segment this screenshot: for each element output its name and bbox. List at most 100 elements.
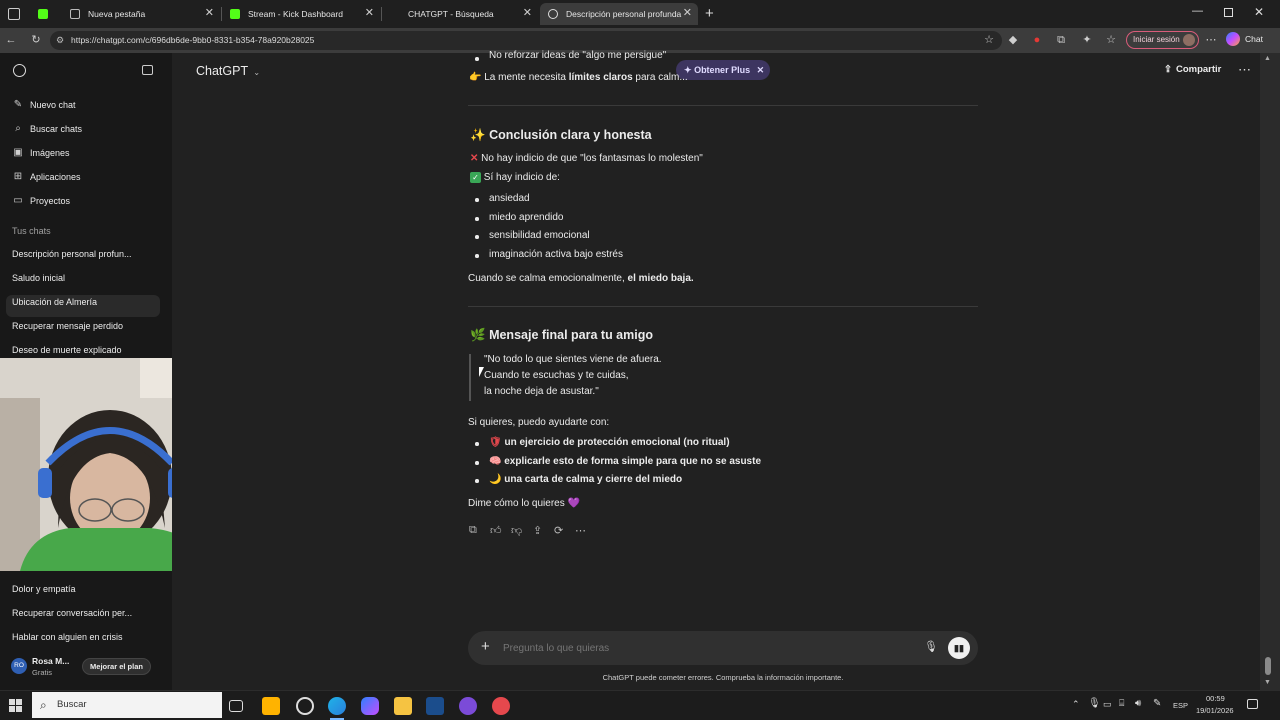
composer: + 🎙︎ ▮▮: [468, 631, 978, 665]
shield-icon: 🛡: [489, 437, 502, 448]
image-icon: ▣: [13, 147, 23, 158]
user-avatar[interactable]: RO: [11, 658, 27, 674]
share-button[interactable]: ⇪ Compartir: [1164, 64, 1221, 75]
volume-icon[interactable]: 🔊︎: [1135, 698, 1141, 709]
scroll-down-arrow[interactable]: ▼: [1264, 679, 1271, 686]
clock-time[interactable]: 00:59: [1206, 694, 1225, 703]
red-x-icon: ✕: [470, 153, 479, 164]
model-selector[interactable]: ChatGPT ⌄: [196, 64, 260, 78]
plus-icon[interactable]: +: [481, 638, 490, 655]
chat-item[interactable]: Dolor y empatía: [12, 584, 76, 594]
microphone-tray-icon[interactable]: 🎙︎: [1088, 698, 1101, 709]
site-info-icon[interactable]: ⚙: [56, 31, 64, 50]
streaming-app-icon[interactable]: [492, 697, 510, 715]
browser-app-icon[interactable]: [8, 8, 20, 20]
notifications-icon[interactable]: [1247, 699, 1258, 709]
chrome-like-icon[interactable]: [296, 697, 314, 715]
share-icon: ⇪: [1164, 64, 1172, 75]
task-view-icon[interactable]: [229, 700, 243, 712]
taskbar-search[interactable]: ⌕ Buscar: [32, 692, 222, 718]
tab-chatgpt-busqueda[interactable]: CHATGPT - Búsqueda ✕: [382, 3, 538, 25]
upgrade-plan-button[interactable]: Mejorar el plan: [82, 658, 151, 675]
voice-mode-button[interactable]: ▮▮: [948, 637, 970, 659]
extension-puzzle-icon[interactable]: ⧉: [1054, 33, 1068, 47]
extensions-icon[interactable]: ✦: [1080, 33, 1094, 47]
list-bullet: [475, 461, 479, 465]
scroll-up-arrow[interactable]: ▲: [1264, 55, 1271, 62]
pointing-hand-icon: 👉: [469, 72, 482, 83]
file-explorer-icon[interactable]: [394, 697, 412, 715]
chatgpt-logo-icon[interactable]: [13, 64, 26, 77]
chat-item[interactable]: Hablar con alguien en crisis: [12, 632, 123, 642]
share-message-icon[interactable]: ⇪: [533, 524, 542, 537]
language-indicator[interactable]: ESP: [1173, 701, 1188, 710]
bookmark-star-icon[interactable]: ☆: [984, 31, 994, 50]
url-text: https://chatgpt.com/c/696db6de-9bb0-8331…: [71, 35, 315, 45]
microphone-icon[interactable]: 🎙︎: [924, 640, 938, 653]
network-icon[interactable]: ⌸: [1119, 698, 1124, 709]
more-actions-icon[interactable]: ⋯: [575, 524, 586, 537]
tray-overflow-icon[interactable]: ⌃: [1072, 699, 1080, 710]
message-line: Cuando se calma emocionalmente, el miedo…: [468, 273, 694, 284]
kick-icon: [230, 9, 240, 19]
back-icon[interactable]: ←: [4, 33, 18, 47]
tab-descripcion[interactable]: Descripción personal profunda ✕: [540, 3, 698, 25]
windows-start-icon[interactable]: [9, 699, 22, 712]
prompt-input[interactable]: [503, 639, 883, 657]
copilot-chat-button[interactable]: Chat: [1226, 32, 1263, 46]
store-icon[interactable]: [262, 697, 280, 715]
get-plus-button[interactable]: ✦ Obtener Plus ✕: [676, 60, 770, 80]
search-icon: ⌕: [15, 123, 21, 134]
close-tab-icon[interactable]: ✕: [365, 6, 374, 19]
close-tab-icon[interactable]: ✕: [683, 6, 692, 19]
copy-icon[interactable]: ⧉: [469, 524, 477, 537]
sidebar-item-new-chat[interactable]: ✎ Nuevo chat: [12, 99, 76, 110]
tab-title: Stream - Kick Dashboard: [248, 9, 343, 19]
thumbs-down-icon[interactable]: 👎︎: [511, 524, 522, 537]
steam-icon[interactable]: [426, 697, 444, 715]
tab-nueva-pestana[interactable]: Nueva pestaña ✕: [62, 3, 220, 25]
regenerate-icon[interactable]: ⟳: [554, 524, 563, 537]
address-bar[interactable]: ⚙ https://chatgpt.com/c/696db6de-9bb0-83…: [50, 31, 1002, 50]
close-window-icon[interactable]: ✕: [1254, 5, 1264, 19]
discord-icon[interactable]: [459, 697, 477, 715]
sidebar-item-projects[interactable]: ▭ Proyectos: [12, 195, 70, 206]
new-tab-icon[interactable]: +: [705, 5, 714, 22]
tab-kick-dashboard[interactable]: Stream - Kick Dashboard ✕: [222, 3, 380, 25]
chat-item[interactable]: Recuperar mensaje perdido: [12, 321, 123, 331]
more-menu-icon[interactable]: ⋯: [1204, 33, 1218, 47]
user-name[interactable]: Rosa M...: [32, 656, 69, 666]
copilot-taskbar-icon[interactable]: [361, 697, 379, 715]
chatgpt-logo-icon: [548, 9, 558, 19]
maximize-icon[interactable]: [1224, 8, 1233, 17]
display-icon[interactable]: ▭: [1103, 699, 1112, 710]
minimize-icon[interactable]: —: [1192, 5, 1203, 17]
sidebar-item-search[interactable]: ⌕ Buscar chats: [12, 123, 82, 134]
scroll-thumb[interactable]: [1265, 657, 1271, 675]
close-tab-icon[interactable]: ✕: [523, 6, 532, 19]
clock-date[interactable]: 19/01/2026: [1196, 706, 1234, 715]
chat-item[interactable]: Saludo inicial: [12, 273, 65, 283]
signin-button[interactable]: Iniciar sesión: [1126, 31, 1199, 49]
pen-icon[interactable]: ✎: [1153, 698, 1161, 709]
close-tab-icon[interactable]: ✕: [205, 6, 214, 19]
extension-red-icon[interactable]: ●: [1030, 33, 1044, 47]
chat-item[interactable]: Ubicación de Almería: [12, 297, 97, 307]
sidebar-item-images[interactable]: ▣ Imágenes: [12, 147, 69, 158]
favorites-icon[interactable]: ☆: [1104, 33, 1118, 47]
toggle-sidebar-icon[interactable]: [142, 65, 153, 75]
chat-item[interactable]: Recuperar conversación per...: [12, 608, 132, 618]
extension-diamond-icon[interactable]: ◆: [1006, 33, 1020, 47]
reload-icon[interactable]: ↻: [29, 33, 43, 47]
chat-item[interactable]: Descripción personal profun...: [12, 249, 132, 259]
chat-item[interactable]: Deseo de muerte explicado: [12, 345, 122, 355]
thumbs-up-icon[interactable]: 👍︎: [490, 524, 502, 537]
page-scrollbar[interactable]: ▲ ▼: [1260, 53, 1280, 690]
more-options-icon[interactable]: ⋯: [1238, 62, 1251, 78]
edge-icon[interactable]: [328, 697, 346, 715]
sidebar-item-apps[interactable]: ⊞ Aplicaciones: [12, 171, 81, 182]
list-bullet: [475, 235, 479, 239]
tab-kick-pinned[interactable]: [30, 3, 56, 25]
list-bullet: [475, 198, 479, 202]
close-icon[interactable]: ✕: [757, 65, 765, 75]
